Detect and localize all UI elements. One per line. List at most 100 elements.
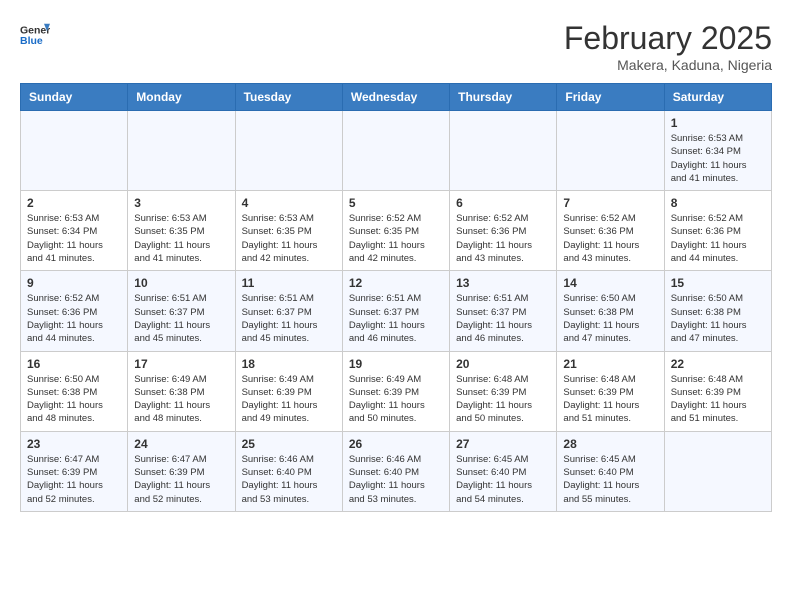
day-info: Sunrise: 6:51 AM Sunset: 6:37 PM Dayligh… [242, 292, 336, 345]
calendar-cell: 13 Sunrise: 6:51 AM Sunset: 6:37 PM Dayli… [450, 271, 557, 351]
calendar-body: 1 Sunrise: 6:53 AM Sunset: 6:34 PM Daylig… [21, 111, 772, 512]
calendar-cell: 18 Sunrise: 6:49 AM Sunset: 6:39 PM Dayli… [235, 351, 342, 431]
day-info: Sunrise: 6:49 AM Sunset: 6:39 PM Dayligh… [349, 373, 443, 426]
day-info: Sunrise: 6:52 AM Sunset: 6:36 PM Dayligh… [456, 212, 550, 265]
calendar-cell [450, 111, 557, 191]
header-day-thursday: Thursday [450, 84, 557, 111]
day-info: Sunrise: 6:47 AM Sunset: 6:39 PM Dayligh… [134, 453, 228, 506]
day-number: 15 [671, 276, 765, 290]
calendar-week-5: 23Sunrise: 6:47 AM Sunset: 6:39 PM Dayli… [21, 431, 772, 511]
day-info: Sunrise: 6:52 AM Sunset: 6:36 PM Dayligh… [27, 292, 121, 345]
calendar-cell: 6 Sunrise: 6:52 AM Sunset: 6:36 PM Daylig… [450, 191, 557, 271]
calendar-cell: 14 Sunrise: 6:50 AM Sunset: 6:38 PM Dayli… [557, 271, 664, 351]
calendar-cell: 16 Sunrise: 6:50 AM Sunset: 6:38 PM Dayli… [21, 351, 128, 431]
day-number: 1 [671, 116, 765, 130]
day-info: Sunrise: 6:50 AM Sunset: 6:38 PM Dayligh… [563, 292, 657, 345]
calendar-cell: 23Sunrise: 6:47 AM Sunset: 6:39 PM Dayli… [21, 431, 128, 511]
header: General Blue February 2025 Makera, Kadun… [20, 20, 772, 73]
calendar-cell [128, 111, 235, 191]
day-number: 19 [349, 357, 443, 371]
day-info: Sunrise: 6:51 AM Sunset: 6:37 PM Dayligh… [456, 292, 550, 345]
calendar-week-3: 9 Sunrise: 6:52 AM Sunset: 6:36 PM Daylig… [21, 271, 772, 351]
day-number: 6 [456, 196, 550, 210]
day-number: 12 [349, 276, 443, 290]
day-info: Sunrise: 6:53 AM Sunset: 6:34 PM Dayligh… [671, 132, 765, 185]
calendar-cell [664, 431, 771, 511]
calendar-cell: 25Sunrise: 6:46 AM Sunset: 6:40 PM Dayli… [235, 431, 342, 511]
calendar-cell: 26 Sunrise: 6:46 AM Sunset: 6:40 PM Dayli… [342, 431, 449, 511]
calendar-cell: 7 Sunrise: 6:52 AM Sunset: 6:36 PM Daylig… [557, 191, 664, 271]
day-number: 8 [671, 196, 765, 210]
day-info: Sunrise: 6:46 AM Sunset: 6:40 PM Dayligh… [349, 453, 443, 506]
day-number: 4 [242, 196, 336, 210]
calendar-cell: 15 Sunrise: 6:50 AM Sunset: 6:38 PM Dayli… [664, 271, 771, 351]
day-info: Sunrise: 6:52 AM Sunset: 6:36 PM Dayligh… [563, 212, 657, 265]
day-info: Sunrise: 6:48 AM Sunset: 6:39 PM Dayligh… [456, 373, 550, 426]
day-number: 2 [27, 196, 121, 210]
calendar-cell: 22 Sunrise: 6:48 AM Sunset: 6:39 PM Dayli… [664, 351, 771, 431]
calendar-cell: 5 Sunrise: 6:52 AM Sunset: 6:35 PM Daylig… [342, 191, 449, 271]
day-number: 24 [134, 437, 228, 451]
day-info: Sunrise: 6:53 AM Sunset: 6:34 PM Dayligh… [27, 212, 121, 265]
day-number: 5 [349, 196, 443, 210]
logo: General Blue [20, 20, 54, 50]
calendar-cell: 28Sunrise: 6:45 AM Sunset: 6:40 PM Dayli… [557, 431, 664, 511]
day-number: 13 [456, 276, 550, 290]
day-info: Sunrise: 6:50 AM Sunset: 6:38 PM Dayligh… [27, 373, 121, 426]
day-number: 11 [242, 276, 336, 290]
calendar-cell: 3Sunrise: 6:53 AM Sunset: 6:35 PM Daylig… [128, 191, 235, 271]
month-year-title: February 2025 [564, 20, 772, 57]
svg-text:Blue: Blue [20, 35, 43, 47]
day-info: Sunrise: 6:52 AM Sunset: 6:35 PM Dayligh… [349, 212, 443, 265]
day-number: 28 [563, 437, 657, 451]
day-number: 16 [27, 357, 121, 371]
calendar-cell: 10Sunrise: 6:51 AM Sunset: 6:37 PM Dayli… [128, 271, 235, 351]
day-info: Sunrise: 6:50 AM Sunset: 6:38 PM Dayligh… [671, 292, 765, 345]
day-info: Sunrise: 6:48 AM Sunset: 6:39 PM Dayligh… [563, 373, 657, 426]
calendar-cell: 1 Sunrise: 6:53 AM Sunset: 6:34 PM Daylig… [664, 111, 771, 191]
calendar-week-4: 16 Sunrise: 6:50 AM Sunset: 6:38 PM Dayli… [21, 351, 772, 431]
header-day-tuesday: Tuesday [235, 84, 342, 111]
calendar-cell: 2 Sunrise: 6:53 AM Sunset: 6:34 PM Daylig… [21, 191, 128, 271]
calendar-cell: 9 Sunrise: 6:52 AM Sunset: 6:36 PM Daylig… [21, 271, 128, 351]
day-number: 9 [27, 276, 121, 290]
location-subtitle: Makera, Kaduna, Nigeria [564, 57, 772, 73]
day-info: Sunrise: 6:53 AM Sunset: 6:35 PM Dayligh… [134, 212, 228, 265]
header-day-saturday: Saturday [664, 84, 771, 111]
calendar-cell: 17 Sunrise: 6:49 AM Sunset: 6:38 PM Dayli… [128, 351, 235, 431]
day-number: 18 [242, 357, 336, 371]
header-day-wednesday: Wednesday [342, 84, 449, 111]
day-number: 21 [563, 357, 657, 371]
calendar-week-1: 1 Sunrise: 6:53 AM Sunset: 6:34 PM Daylig… [21, 111, 772, 191]
header-day-friday: Friday [557, 84, 664, 111]
day-info: Sunrise: 6:51 AM Sunset: 6:37 PM Dayligh… [134, 292, 228, 345]
day-number: 14 [563, 276, 657, 290]
header-day-sunday: Sunday [21, 84, 128, 111]
calendar-cell [235, 111, 342, 191]
day-info: Sunrise: 6:49 AM Sunset: 6:38 PM Dayligh… [134, 373, 228, 426]
calendar-cell: 24 Sunrise: 6:47 AM Sunset: 6:39 PM Dayli… [128, 431, 235, 511]
day-info: Sunrise: 6:48 AM Sunset: 6:39 PM Dayligh… [671, 373, 765, 426]
day-number: 25 [242, 437, 336, 451]
calendar-cell: 4 Sunrise: 6:53 AM Sunset: 6:35 PM Daylig… [235, 191, 342, 271]
calendar-cell [557, 111, 664, 191]
title-area: February 2025 Makera, Kaduna, Nigeria [564, 20, 772, 73]
calendar-cell: 27Sunrise: 6:45 AM Sunset: 6:40 PM Dayli… [450, 431, 557, 511]
day-number: 7 [563, 196, 657, 210]
day-number: 22 [671, 357, 765, 371]
calendar-cell: 11 Sunrise: 6:51 AM Sunset: 6:37 PM Dayli… [235, 271, 342, 351]
calendar-header: SundayMondayTuesdayWednesdayThursdayFrid… [21, 84, 772, 111]
day-number: 20 [456, 357, 550, 371]
header-row: SundayMondayTuesdayWednesdayThursdayFrid… [21, 84, 772, 111]
day-info: Sunrise: 6:53 AM Sunset: 6:35 PM Dayligh… [242, 212, 336, 265]
day-number: 26 [349, 437, 443, 451]
day-number: 17 [134, 357, 228, 371]
logo-icon: General Blue [20, 20, 50, 50]
day-number: 27 [456, 437, 550, 451]
day-info: Sunrise: 6:52 AM Sunset: 6:36 PM Dayligh… [671, 212, 765, 265]
header-day-monday: Monday [128, 84, 235, 111]
calendar-cell: 12Sunrise: 6:51 AM Sunset: 6:37 PM Dayli… [342, 271, 449, 351]
day-info: Sunrise: 6:49 AM Sunset: 6:39 PM Dayligh… [242, 373, 336, 426]
day-info: Sunrise: 6:47 AM Sunset: 6:39 PM Dayligh… [27, 453, 121, 506]
calendar-cell [342, 111, 449, 191]
